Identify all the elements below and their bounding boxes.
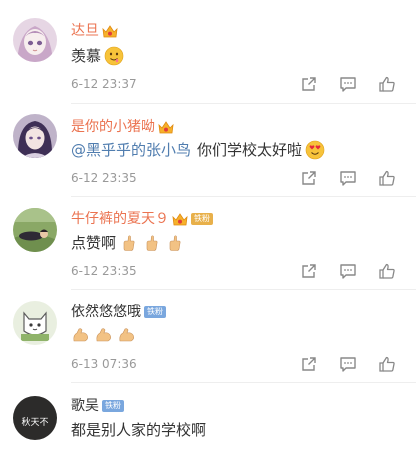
comment-list: 达旦 羡慕 6-12 23:37 是你的小猪呦 @黑乎乎的张小鸟 你们学校太好啦…: [0, 0, 416, 451]
vip-crown-icon: [158, 120, 174, 134]
avatar[interactable]: 秋天不: [13, 396, 57, 440]
username-row: 是你的小猪呦: [71, 117, 174, 137]
comment-text: 你们学校太好啦: [197, 141, 303, 159]
comment-text: 羡慕: [71, 47, 102, 65]
share-icon[interactable]: [300, 169, 318, 187]
comment-item: 牛仔裤的夏天９ 铁粉 点赞啊 6-12 23:35: [0, 197, 416, 290]
mention-link[interactable]: @黑乎乎的张小鸟: [71, 139, 191, 161]
comment-content: 都是别人家的学校啊: [71, 419, 206, 441]
comment-time: 6-12 23:37: [71, 77, 137, 91]
fan-badge: 铁粉: [144, 306, 166, 318]
thumbs-up-emoji: [142, 233, 162, 253]
username-row: 依然悠悠哦 铁粉: [71, 302, 166, 322]
comment-icon[interactable]: [339, 355, 357, 373]
avatar[interactable]: [13, 301, 57, 345]
comment-text: 都是别人家的学校啊: [71, 421, 207, 439]
flexed-biceps-emoji: [71, 325, 91, 345]
comment-actions: [279, 169, 396, 187]
fan-badge: 铁粉: [102, 400, 124, 412]
comment-actions: [279, 355, 396, 373]
comment-time: 6-12 23:35: [71, 264, 137, 278]
comment-content: 点赞啊: [71, 232, 185, 254]
heart-eyes-emoji: [305, 140, 325, 160]
vip-crown-icon: [102, 24, 118, 38]
flexed-biceps-emoji: [94, 325, 114, 345]
username-row: 牛仔裤的夏天９ 铁粉: [71, 209, 213, 229]
comment-content: 羡慕: [71, 45, 124, 67]
comment-item: 秋天不 歌吴 铁粉 都是别人家的学校啊: [0, 383, 416, 451]
thumbs-up-emoji: [165, 233, 185, 253]
comment-icon[interactable]: [339, 262, 357, 280]
comment-item: 依然悠悠哦 铁粉 6-13 07:36: [0, 290, 416, 383]
share-icon[interactable]: [300, 75, 318, 93]
like-icon[interactable]: [378, 169, 396, 187]
like-icon[interactable]: [378, 75, 396, 93]
username-row: 歌吴 铁粉: [71, 396, 124, 416]
comment-item: 是你的小猪呦 @黑乎乎的张小鸟 你们学校太好啦 6-12 23:35: [0, 104, 416, 197]
flexed-biceps-emoji: [117, 325, 137, 345]
like-icon[interactable]: [378, 355, 396, 373]
avatar-text: 秋天不: [21, 416, 48, 428]
username[interactable]: 依然悠悠哦: [71, 302, 141, 322]
avatar[interactable]: [13, 208, 57, 252]
like-icon[interactable]: [378, 262, 396, 280]
username[interactable]: 达旦: [71, 21, 99, 41]
username[interactable]: 是你的小猪呦: [71, 117, 155, 137]
share-icon[interactable]: [300, 355, 318, 373]
comment-time: 6-12 23:35: [71, 171, 137, 185]
thumbs-up-emoji: [119, 233, 139, 253]
avatar[interactable]: [13, 18, 57, 62]
username[interactable]: 牛仔裤的夏天９: [71, 209, 169, 229]
comment-text: 点赞啊: [71, 234, 117, 252]
comment-actions: [279, 262, 396, 280]
comment-icon[interactable]: [339, 75, 357, 93]
comment-item: 达旦 羡慕 6-12 23:37: [0, 0, 416, 104]
avatar[interactable]: [13, 114, 57, 158]
fan-badge: 铁粉: [191, 213, 213, 225]
comment-actions: [279, 75, 396, 93]
comment-content: @黑乎乎的张小鸟 你们学校太好啦: [71, 139, 325, 161]
comment-time: 6-13 07:36: [71, 357, 137, 371]
comment-icon[interactable]: [339, 169, 357, 187]
username[interactable]: 歌吴: [71, 396, 99, 416]
comment-content: [71, 325, 137, 345]
vip-crown-icon: [172, 212, 188, 226]
drooling-emoji: [104, 46, 124, 66]
share-icon[interactable]: [300, 262, 318, 280]
username-row: 达旦: [71, 21, 118, 41]
